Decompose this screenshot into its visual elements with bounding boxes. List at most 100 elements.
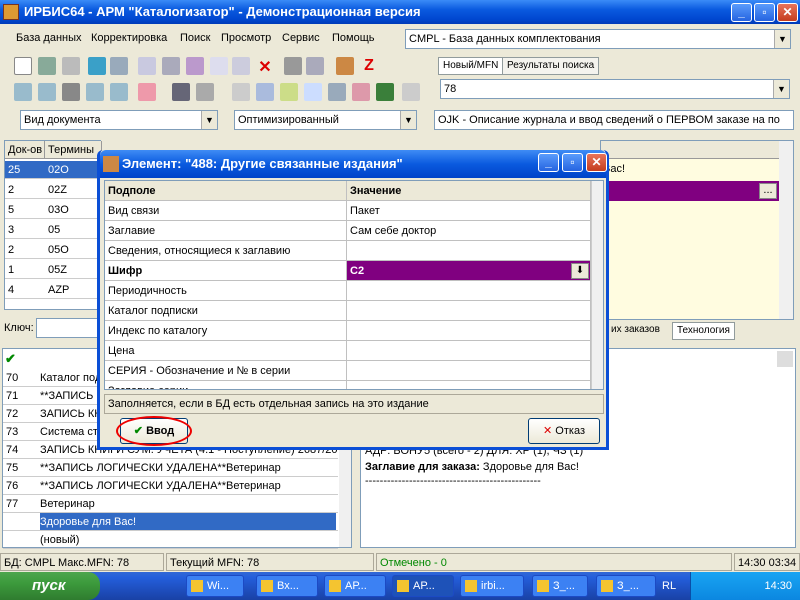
dropdown-icon[interactable]: ⬇	[571, 263, 589, 279]
dialog-close-button[interactable]: ✕	[586, 153, 607, 172]
go-icon[interactable]	[280, 83, 298, 101]
new-doc-icon[interactable]	[14, 57, 32, 75]
subfield-name: Цена	[105, 341, 347, 361]
tab-new-mfn[interactable]: Новый/MFN	[438, 57, 504, 75]
brush-icon[interactable]	[352, 83, 370, 101]
menu-database[interactable]: База данных	[16, 32, 82, 44]
filter-icon[interactable]	[62, 83, 80, 101]
edit-icon[interactable]	[232, 57, 250, 75]
database-select[interactable]: CMPL - База данных комплектования ▼	[405, 29, 791, 49]
wand-icon[interactable]	[138, 83, 156, 101]
task-button[interactable]: Wi...	[186, 575, 244, 597]
list-item[interactable]: (новый)	[3, 531, 338, 549]
tab-search-results[interactable]: Результаты поиска	[502, 57, 600, 75]
dialog-scrollbar[interactable]	[591, 181, 603, 389]
chat2-icon[interactable]	[110, 83, 128, 101]
table-row[interactable]: 1 05Z	[5, 261, 100, 279]
app-icon	[3, 4, 19, 20]
ellipsis-button[interactable]: ...	[759, 183, 777, 199]
highlight-circle	[116, 416, 192, 446]
table-icon[interactable]	[186, 57, 204, 75]
menu-search[interactable]: Поиск	[180, 32, 210, 44]
worksheet-scrollbar[interactable]	[779, 141, 793, 319]
save-icon[interactable]	[38, 57, 56, 75]
tab-orders[interactable]: их заказов	[607, 322, 664, 340]
scan-icon[interactable]	[256, 83, 274, 101]
folder-icon[interactable]	[196, 83, 214, 101]
print-icon[interactable]	[777, 351, 793, 367]
language-indicator[interactable]: RL	[662, 580, 676, 592]
doc-icon[interactable]	[304, 83, 322, 101]
status-marked: Отмечено - 0	[376, 553, 732, 571]
worksheet-active-row[interactable]	[601, 181, 779, 201]
table-row[interactable]: 25 02O	[5, 161, 100, 179]
copy-icon[interactable]	[138, 57, 156, 75]
lock-icon[interactable]	[284, 57, 302, 75]
window-title: ИРБИС64 - АРМ "Каталогизатор" - Демонстр…	[24, 4, 421, 19]
format2-icon[interactable]	[38, 83, 56, 101]
shelfmark-input[interactable]: C2	[347, 261, 591, 281]
key-input[interactable]	[36, 318, 100, 338]
z-icon[interactable]: Z	[360, 57, 378, 75]
grid2-icon[interactable]	[402, 83, 420, 101]
task-button[interactable]: З_...	[596, 575, 656, 597]
list-item[interactable]: 76 **ЗАПИСЬ ЛОГИЧЕСКИ УДАЛЕНА**Ветеринар	[3, 477, 338, 495]
tab-technology[interactable]: Технология	[672, 322, 735, 340]
subfield-value[interactable]	[347, 301, 591, 321]
dialog-minimize-button[interactable]: _	[538, 153, 559, 172]
menu-help[interactable]: Помощь	[332, 32, 375, 44]
table-row[interactable]: 2 05O	[5, 241, 100, 259]
subfield-value[interactable]: Пакет	[347, 201, 591, 221]
format-icon[interactable]	[14, 83, 32, 101]
list-item-selected[interactable]: 78 Здоровье для Вас!	[3, 513, 338, 531]
table-row[interactable]: 2 02Z	[5, 181, 100, 199]
list-item[interactable]: 77 Ветеринар	[3, 495, 338, 513]
subfield-value[interactable]	[347, 321, 591, 341]
start-button[interactable]: пуск	[0, 572, 100, 600]
subfield-value[interactable]: Сам себе доктор	[347, 221, 591, 241]
subfield-value[interactable]	[347, 241, 591, 261]
book-icon[interactable]	[336, 57, 354, 75]
menu-view[interactable]: Просмотр	[221, 32, 271, 44]
print-icon[interactable]	[232, 83, 250, 101]
task-button[interactable]: З_...	[532, 575, 588, 597]
arrow-left-icon[interactable]	[88, 57, 106, 75]
delete-icon[interactable]: ✕	[256, 57, 274, 76]
subfield-value[interactable]	[347, 381, 591, 389]
table-row[interactable]: 3 05	[5, 221, 100, 239]
task-button[interactable]: АР...	[324, 575, 386, 597]
undo-icon[interactable]	[62, 57, 80, 75]
taskbar: пуск Wi... Вх... АР... АР... irbi... З_.…	[0, 572, 800, 600]
export-icon[interactable]	[306, 57, 324, 75]
dialog-maximize-button[interactable]: ▫	[562, 153, 583, 172]
excel-icon[interactable]	[376, 83, 394, 101]
mode-select[interactable]: Оптимизированный ▼	[234, 110, 417, 130]
cancel-button[interactable]: ✕ Отказ	[528, 418, 600, 444]
list-item[interactable]: 75 **ЗАПИСЬ ЛОГИЧЕСКИ УДАЛЕНА**Ветеринар	[3, 459, 338, 477]
task-button-active[interactable]: АР...	[392, 575, 454, 597]
clock: 14:30	[764, 580, 792, 592]
grid-icon[interactable]	[162, 57, 180, 75]
table-row[interactable]: 5 03O	[5, 201, 100, 219]
worksheet-select[interactable]: OJK - Описание журнала и ввод сведений о…	[434, 110, 794, 130]
mfn-select[interactable]: 78 ▼	[440, 79, 790, 99]
close-button[interactable]: ✕	[777, 3, 798, 22]
subfield-name: Каталог подписки	[105, 301, 347, 321]
print-preview-icon[interactable]	[172, 83, 190, 101]
subfield-value[interactable]	[347, 281, 591, 301]
maximize-button[interactable]: ▫	[754, 3, 775, 22]
doc2-icon[interactable]	[328, 83, 346, 101]
list-icon[interactable]	[210, 57, 228, 75]
minimize-button[interactable]: _	[731, 3, 752, 22]
chat-icon[interactable]	[86, 83, 104, 101]
menu-service[interactable]: Сервис	[282, 32, 320, 44]
task-button[interactable]: irbi...	[460, 575, 524, 597]
subfield-value[interactable]	[347, 341, 591, 361]
table-row[interactable]: 4 AZP	[5, 281, 100, 299]
doc-type-select[interactable]: Вид документа ▼	[20, 110, 218, 130]
menu-edit[interactable]: Корректировка	[91, 32, 167, 44]
arrow-right-icon[interactable]	[110, 57, 128, 75]
subfield-value[interactable]	[347, 361, 591, 381]
task-button[interactable]: Вх...	[256, 575, 318, 597]
dialog-title: Элемент: "488: Другие связанные издания"	[122, 156, 403, 171]
